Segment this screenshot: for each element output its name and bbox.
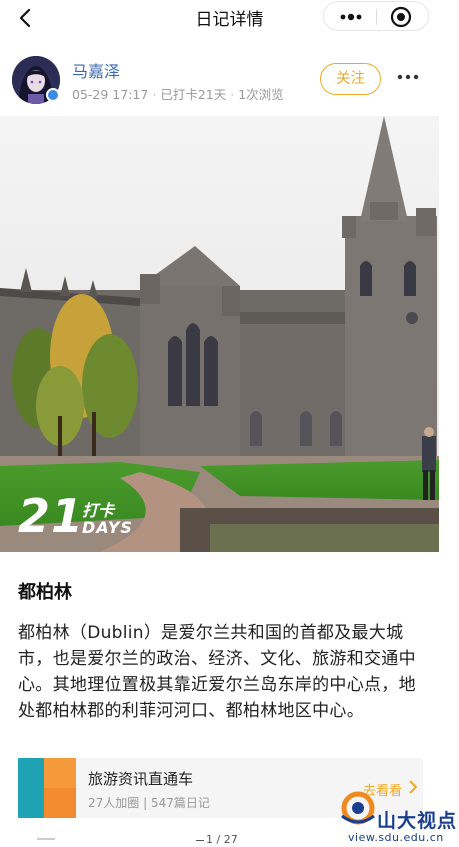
streak-label-en: DAYS	[82, 518, 133, 537]
watermark-url: view.sdu.edu.cn	[348, 831, 444, 844]
group-thumbnail	[18, 758, 76, 818]
miniprogram-capsule	[323, 1, 429, 31]
group-stats: 27人加圈 | 547篇日记	[88, 796, 210, 810]
post-photo[interactable]	[0, 116, 439, 552]
post-meta: 05-29 17:17 · 已打卡21天 · 1次浏览	[72, 84, 284, 103]
more-menu-icon[interactable]	[338, 10, 364, 24]
watermark-name: 山大视点	[377, 810, 458, 832]
group-diary-count: 547篇日记	[150, 796, 210, 810]
nav-bar: 日记详情	[0, 0, 459, 34]
view-count: 1次浏览	[238, 87, 284, 102]
group-members: 27人加圈	[88, 796, 140, 810]
group-name: 旅游资讯直通车	[88, 770, 194, 788]
post-body: 都柏林（Dublin）是爱尔兰共和国的首都及最大城市，也是爱尔兰的政治、经济、文…	[18, 623, 416, 721]
post-more-icon[interactable]	[397, 73, 419, 81]
chevron-right-icon	[409, 780, 418, 794]
streak-days-number: 21	[18, 489, 85, 543]
author-name[interactable]: 马嘉泽	[72, 58, 120, 82]
meta-separator: ·	[230, 87, 235, 102]
post-date: 05-29 17:17	[72, 87, 149, 102]
post-title: 都柏林	[18, 582, 72, 603]
pager-total: 27	[223, 833, 238, 846]
verified-badge-icon	[46, 88, 60, 102]
watermark-logo-icon	[341, 791, 375, 825]
close-miniprogram-icon[interactable]	[390, 6, 412, 28]
checkin-days: 已打卡21天	[160, 87, 227, 102]
divider	[37, 838, 55, 840]
photo-pager: 1 / 27	[196, 833, 238, 846]
pager-current: 1	[206, 833, 213, 846]
follow-button[interactable]: 关注	[320, 63, 381, 95]
meta-separator: ·	[152, 87, 157, 102]
capsule-divider	[376, 9, 377, 25]
